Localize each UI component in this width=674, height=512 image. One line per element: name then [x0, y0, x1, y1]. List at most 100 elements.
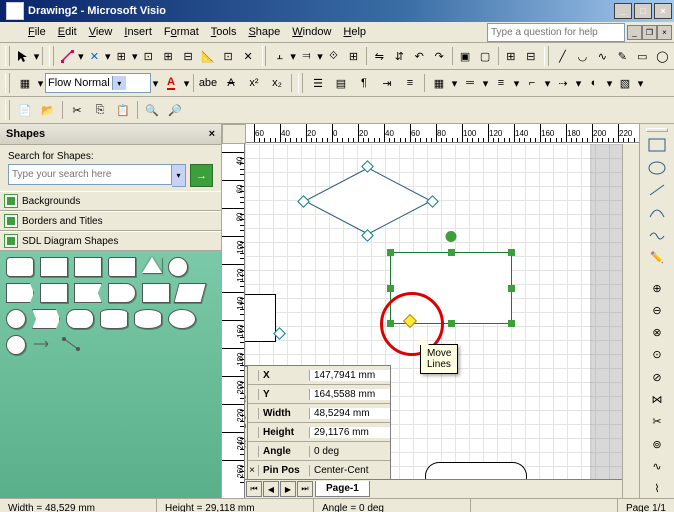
bullets-icon[interactable]: ≡ — [399, 72, 421, 94]
stencil-backgrounds[interactable]: Backgrounds — [0, 191, 221, 211]
layers-icon[interactable]: ☰ — [307, 72, 329, 94]
zoom-in-icon[interactable]: 🔍 — [141, 99, 163, 121]
size-pinpos-value[interactable]: Center-Cent — [310, 465, 390, 476]
bring-front-icon[interactable]: ▣ — [456, 45, 475, 67]
mdi-close[interactable]: × — [657, 25, 672, 40]
ruler-icon[interactable]: 📐 — [199, 45, 218, 67]
new-icon[interactable]: 📄 — [14, 99, 36, 121]
size-width-value[interactable]: 48,5294 mm — [310, 408, 390, 419]
union-icon[interactable]: ⊕ — [645, 279, 669, 297]
subscript-icon[interactable]: x₂ — [266, 72, 288, 94]
resize-handle-nw[interactable] — [387, 249, 394, 256]
flip-h-icon[interactable]: ⇋ — [370, 45, 389, 67]
page-tab-1[interactable]: Page-1 — [315, 481, 370, 497]
tab-prev-icon[interactable]: ◀ — [263, 481, 279, 497]
rectangle-draw-icon[interactable] — [645, 136, 669, 154]
shape-tag-r[interactable] — [6, 283, 34, 303]
transparency-icon[interactable]: ◐ — [583, 72, 605, 94]
text-block-icon[interactable]: ▤ — [330, 72, 352, 94]
stencil-sdl[interactable]: SDL Diagram Shapes — [0, 231, 221, 251]
group-icon[interactable]: ⊞ — [501, 45, 520, 67]
layout-shapes-icon[interactable]: ⊞ — [344, 45, 363, 67]
line-tool-icon[interactable]: ╱ — [553, 45, 572, 67]
trim-icon[interactable]: ✂ — [645, 413, 669, 431]
pencil-draw-icon[interactable]: ✏️ — [645, 248, 669, 266]
join-icon[interactable]: ⋈ — [645, 390, 669, 408]
connection-point-icon[interactable]: ✕ — [85, 45, 104, 67]
freeform-draw-icon[interactable] — [645, 226, 669, 244]
mdi-restore[interactable]: ❐ — [642, 25, 657, 40]
minimize-button[interactable]: _ — [614, 3, 632, 19]
dropdown-icon[interactable]: ▾ — [34, 46, 40, 66]
pencil-tool-icon[interactable]: ✎ — [613, 45, 632, 67]
shape-oval[interactable] — [168, 309, 196, 329]
shape-circle[interactable] — [6, 309, 26, 329]
grid-icon[interactable]: ⊞ — [159, 45, 178, 67]
glue-icon[interactable]: ⊡ — [139, 45, 158, 67]
ellipse-tool-icon[interactable]: ◯ — [653, 45, 672, 67]
shape-dynamic-connector[interactable] — [60, 335, 82, 353]
connect-shapes-icon[interactable]: ⟐ — [324, 45, 343, 67]
search-dropdown-icon[interactable]: ▾ — [172, 164, 186, 187]
shape-flag[interactable] — [74, 283, 102, 303]
distribute-icon[interactable]: ⫤ — [297, 45, 316, 67]
arc-tool-icon[interactable]: ◡ — [573, 45, 592, 67]
drawing-canvas[interactable]: Move Lines Size & Positio... X147,7941 m… — [245, 144, 622, 498]
shape-process2[interactable] — [74, 257, 102, 277]
stencil-borders[interactable]: Borders and Titles — [0, 211, 221, 231]
snap-geometry-icon[interactable]: ✕ — [239, 45, 258, 67]
menu-shape[interactable]: Shape — [242, 24, 286, 40]
mdi-minimize[interactable]: _ — [627, 25, 642, 40]
resize-handle-s[interactable] — [448, 320, 455, 327]
shape-doc[interactable] — [32, 309, 60, 329]
arrows-icon[interactable]: ⇢ — [552, 72, 574, 94]
resize-handle-e[interactable] — [508, 285, 515, 292]
rotate-right-icon[interactable]: ↷ — [430, 45, 449, 67]
custom-fit-icon[interactable]: ⌇ — [645, 480, 669, 498]
shape-cyl[interactable] — [100, 309, 128, 329]
search-go-button[interactable]: → — [190, 164, 213, 187]
subtract-icon[interactable]: ⊘ — [645, 368, 669, 386]
help-search-input[interactable] — [487, 23, 625, 42]
paste-icon[interactable]: 📋 — [112, 99, 134, 121]
size-panel-tab[interactable]: Size & Positio... — [245, 366, 248, 485]
shape-data[interactable] — [173, 283, 206, 303]
rotation-handle[interactable] — [446, 231, 457, 242]
small-caps-icon[interactable]: abe — [197, 72, 219, 94]
shape-process[interactable] — [40, 257, 68, 277]
shape-search-input[interactable] — [8, 164, 172, 185]
shape-partial-left[interactable] — [245, 294, 276, 342]
cut-icon[interactable]: ✂ — [66, 99, 88, 121]
horizontal-ruler[interactable]: 604020020406080100120140160180200220 — [246, 124, 639, 143]
shape-display[interactable] — [108, 283, 136, 303]
vertical-scrollbar[interactable] — [622, 144, 639, 498]
size-height-value[interactable]: 29,1176 mm — [310, 427, 390, 438]
style-combo[interactable]: Flow Normal▾ — [45, 73, 151, 93]
tab-icon[interactable]: ⇥ — [376, 72, 398, 94]
shape-node[interactable] — [6, 335, 26, 355]
shapes-pane-close-icon[interactable]: × — [209, 128, 215, 140]
shadow-icon[interactable]: ▧ — [614, 72, 636, 94]
menu-window[interactable]: Window — [286, 24, 337, 40]
fill-pattern-icon[interactable]: ▦ — [428, 72, 450, 94]
shapes-window-icon[interactable]: ▦ — [14, 72, 36, 94]
shape-terminator[interactable] — [6, 257, 34, 277]
rotate-left-icon[interactable]: ↶ — [410, 45, 429, 67]
vertical-ruler[interactable]: 406080100120140160180200220240260 — [222, 144, 245, 498]
fragment-icon[interactable]: ⊗ — [645, 324, 669, 342]
offset-icon[interactable]: ⊚ — [645, 435, 669, 453]
tab-first-icon[interactable]: ⏮ — [246, 481, 262, 497]
freeform-tool-icon[interactable]: ∿ — [593, 45, 612, 67]
line-pattern-icon[interactable]: ═ — [459, 72, 481, 94]
line-weight-icon[interactable]: ≡ — [490, 72, 512, 94]
resize-handle-ne[interactable] — [508, 249, 515, 256]
menu-insert[interactable]: Insert — [118, 24, 158, 40]
shape-pill[interactable] — [66, 309, 94, 329]
zoom-out-icon[interactable]: 🔎 — [164, 99, 186, 121]
para-icon[interactable]: ¶ — [353, 72, 375, 94]
size-y-value[interactable]: 164,5588 mm — [310, 389, 390, 400]
guides-icon[interactable]: ⊟ — [179, 45, 198, 67]
shape-connector-line[interactable] — [32, 335, 54, 353]
strikethrough-icon[interactable]: A — [220, 72, 242, 94]
copy-icon[interactable]: ⎘ — [89, 99, 111, 121]
